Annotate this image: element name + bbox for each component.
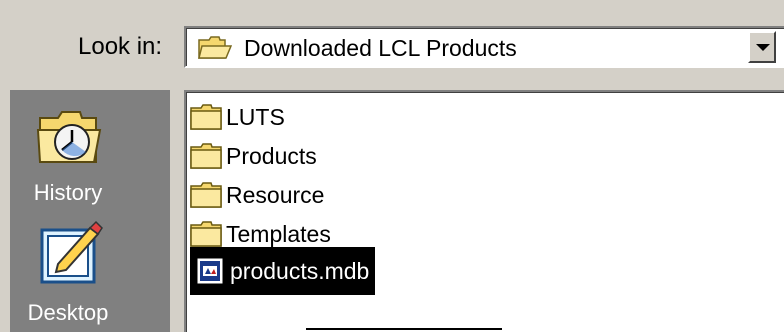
list-item-file-selected[interactable]: products.mdb (190, 247, 376, 295)
partial-control-edge (306, 328, 502, 330)
list-item-folder[interactable]: Products (190, 139, 321, 173)
places-bar: History Desktop (10, 90, 170, 332)
desktop-icon (40, 220, 103, 284)
access-database-icon (197, 258, 223, 284)
look-in-combobox[interactable]: Downloaded LCL Products (184, 26, 784, 68)
place-desktop-label: Desktop (27, 300, 109, 325)
history-icon (36, 111, 102, 163)
file-name: Products (226, 143, 317, 169)
folder-icon (190, 221, 222, 247)
list-item-folder[interactable]: LUTS (190, 100, 289, 134)
folder-icon (190, 182, 222, 208)
place-desktop[interactable]: Desktop (10, 220, 170, 332)
place-history[interactable]: History (10, 104, 170, 214)
list-item-folder[interactable]: Resource (190, 178, 328, 212)
file-list[interactable]: LUTS Products Resource Templates product… (184, 90, 784, 332)
list-item-folder[interactable]: Templates (190, 217, 335, 251)
file-name: Resource (226, 182, 325, 208)
look-in-value: Downloaded LCL Products (244, 35, 517, 61)
file-name: LUTS (226, 104, 285, 130)
look-in-label: Look in: (78, 33, 163, 60)
place-history-label: History (33, 180, 103, 205)
file-name: Templates (226, 221, 331, 247)
folder-icon (190, 104, 222, 130)
look-in-dropdown-button[interactable] (748, 31, 776, 63)
chevron-down-icon (756, 44, 770, 51)
open-folder-icon (198, 36, 232, 59)
file-name: products.mdb (230, 258, 370, 284)
folder-icon (190, 143, 222, 169)
